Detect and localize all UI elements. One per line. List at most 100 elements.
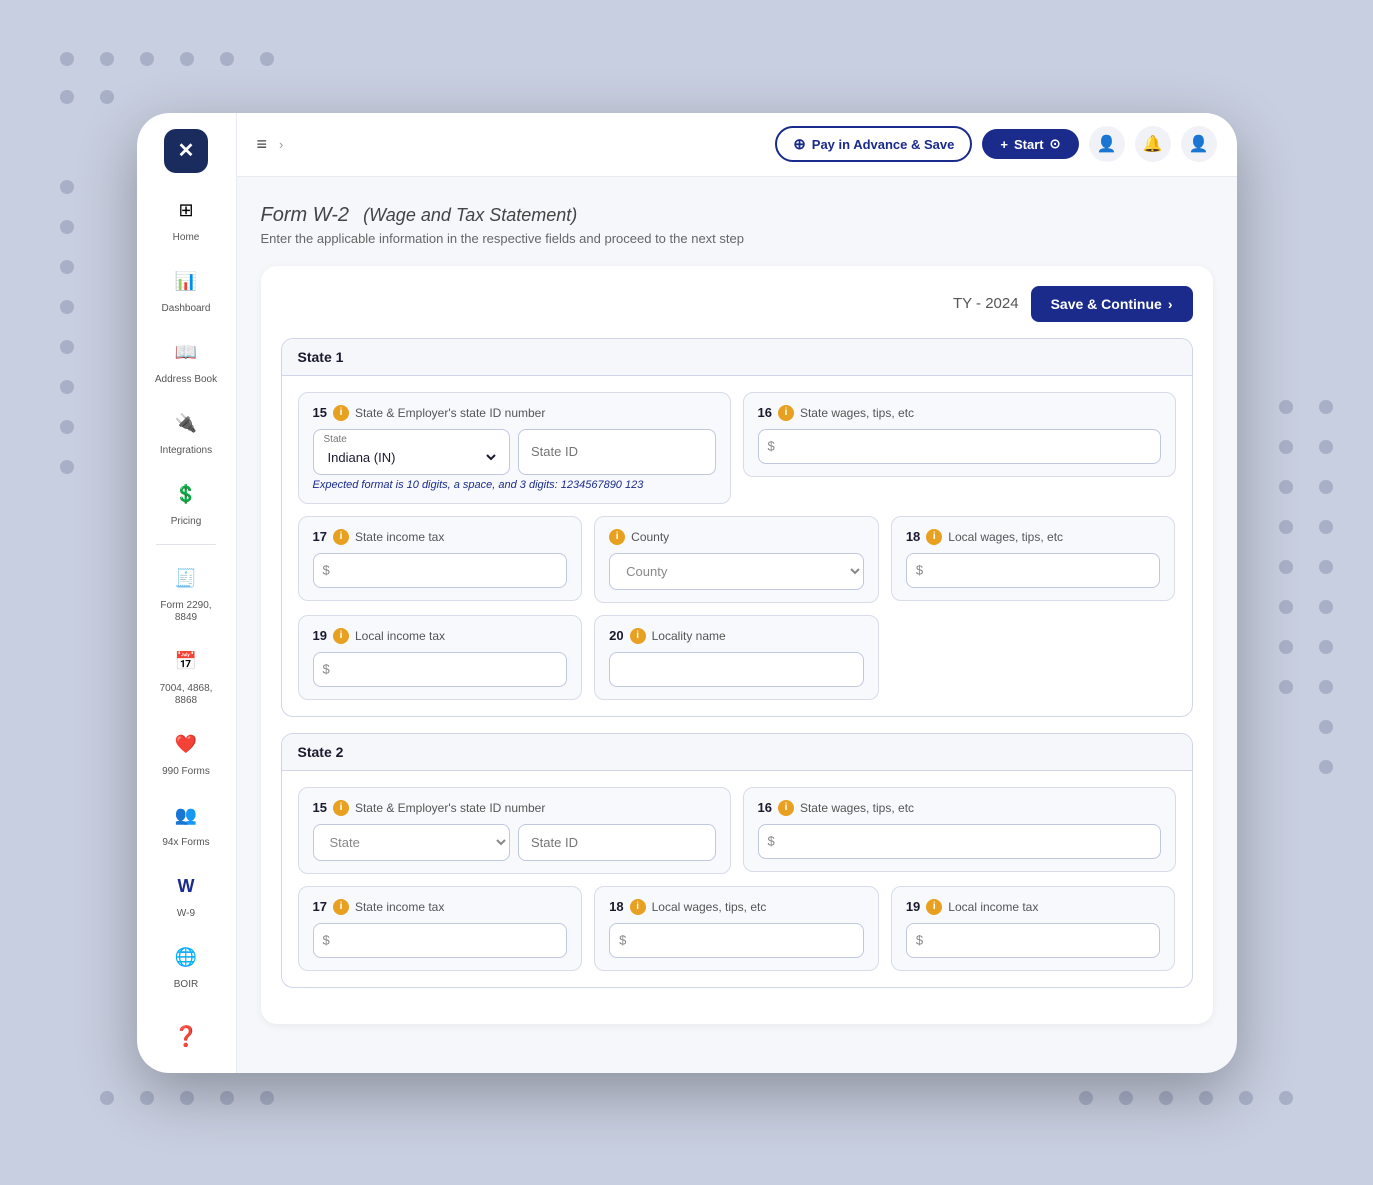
state1-header: State 1: [282, 339, 1192, 376]
start-button[interactable]: + Start ⊙: [982, 129, 1078, 159]
main-content: ≡ › ⊕ Pay in Advance & Save + Start ⊙ 👤 …: [237, 113, 1237, 1073]
dollar-icon-18: $: [916, 563, 923, 578]
topbar: ≡ › ⊕ Pay in Advance & Save + Start ⊙ 👤 …: [237, 113, 1237, 177]
sidebar: ✕ ⊞ Home 📊 Dashboard 📖 Address Book 🔌 In…: [137, 113, 237, 1073]
county-info-icon[interactable]: i: [609, 529, 625, 545]
state2-field-18-group: 18 i Local wages, tips, etc $: [594, 886, 879, 971]
state2-field-18-info-icon[interactable]: i: [630, 899, 646, 915]
sidebar-item-home[interactable]: ⊞ Home: [146, 185, 226, 252]
sidebar-item-dashboard[interactable]: 📊 Dashboard: [146, 256, 226, 323]
state1-body: 15 i State & Employer's state ID number …: [282, 376, 1192, 716]
form94x-icon: 👥: [168, 798, 204, 834]
field-16-input-wrapper: $: [758, 429, 1161, 464]
sidebar-item-form2290[interactable]: 🧾 Form 2290, 8849: [146, 553, 226, 632]
state2-field19-input[interactable]: [906, 923, 1161, 958]
chevron-right-icon: ›: [1168, 296, 1173, 312]
dashboard-icon: 📊: [168, 264, 204, 300]
sidebar-item-94x[interactable]: 👥 94x Forms: [146, 790, 226, 857]
form990-icon: ❤️: [168, 727, 204, 763]
app-card: ✕ ⊞ Home 📊 Dashboard 📖 Address Book 🔌 In…: [137, 113, 1237, 1073]
contacts-button[interactable]: 👤: [1089, 126, 1125, 162]
hamburger-icon: ≡: [257, 134, 268, 155]
state1-field16-input[interactable]: [758, 429, 1161, 464]
state2-field18-input[interactable]: [609, 923, 864, 958]
state2-field-16-group: 16 i State wages, tips, etc $: [743, 787, 1176, 872]
field-16-label: State wages, tips, etc: [800, 406, 914, 420]
sidebar-item-w9[interactable]: W W-9: [146, 861, 226, 928]
field-19-info-icon[interactable]: i: [333, 628, 349, 644]
dollar-icon-17: $: [323, 563, 330, 578]
sidebar-item-pricing[interactable]: 💲 Pricing: [146, 469, 226, 536]
add-icon: +: [1000, 137, 1008, 152]
state1-field19-input[interactable]: [313, 652, 568, 687]
dollar-icon-s2-19: $: [916, 933, 923, 948]
state-float-label: State: [314, 430, 510, 445]
dollar-icon-s2-18: $: [619, 933, 626, 948]
field-17-info-icon[interactable]: i: [333, 529, 349, 545]
state1-row3: 19 i Local income tax $: [298, 615, 1176, 700]
field-20-info-icon[interactable]: i: [630, 628, 646, 644]
field-15-info-icon[interactable]: i: [333, 405, 349, 421]
page-content: Form W-2 (Wage and Tax Statement) Enter …: [237, 177, 1237, 1073]
state1-state-select[interactable]: Indiana (IN) Alabama (AL) Alaska (AK) Ar…: [324, 449, 500, 466]
form7004-icon: 📅: [168, 644, 204, 680]
ty-label: TY - 2024: [953, 295, 1019, 312]
field-18-info-icon[interactable]: i: [926, 529, 942, 545]
notifications-button[interactable]: 🔔: [1135, 126, 1171, 162]
state2-field-16-info-icon[interactable]: i: [778, 800, 794, 816]
state-select-inner: Indiana (IN) Alabama (AL) Alaska (AK) Ar…: [314, 445, 510, 474]
dollar-icon-16: $: [768, 439, 775, 454]
state2-field16-input[interactable]: [758, 824, 1161, 859]
field-19-group: 19 i Local income tax $: [298, 615, 583, 700]
app-logo[interactable]: ✕: [164, 129, 208, 173]
state2-state-id-input[interactable]: [518, 824, 716, 861]
state-select-container: State Indiana (IN) Alabama (AL) Alaska (…: [313, 429, 511, 475]
state2-field-15-info-icon[interactable]: i: [333, 800, 349, 816]
state2-field-19-group: 19 i Local income tax $: [891, 886, 1176, 971]
field-16-group: 16 i State wages, tips, etc $: [743, 392, 1176, 477]
boir-icon: 🌐: [168, 940, 204, 976]
field-16-info-icon[interactable]: i: [778, 405, 794, 421]
state1-field17-input[interactable]: [313, 553, 568, 588]
user-profile-button[interactable]: 👤: [1181, 126, 1217, 162]
state1-section: State 1 15 i State & Employer's state ID…: [281, 338, 1193, 717]
field-20-group: 20 i Locality name: [594, 615, 879, 700]
help-icon[interactable]: ❓: [166, 1016, 207, 1057]
state2-field-19-info-icon[interactable]: i: [926, 899, 942, 915]
pricing-icon: 💲: [168, 477, 204, 513]
topbar-actions: ⊕ Pay in Advance & Save + Start ⊙ 👤 🔔 👤: [775, 126, 1216, 162]
state1-field18-input[interactable]: [906, 553, 1161, 588]
user-icon: 👤: [1189, 134, 1209, 154]
sidebar-divider: [156, 544, 216, 545]
save-continue-button[interactable]: Save & Continue ›: [1031, 286, 1193, 322]
state2-header: State 2: [282, 734, 1192, 771]
state2-row2: 17 i State income tax $: [298, 886, 1176, 971]
sidebar-item-address-book[interactable]: 📖 Address Book: [146, 327, 226, 394]
state2-state-select[interactable]: State Indiana (IN) Alabama (AL): [313, 824, 511, 861]
field-16-number: 16: [758, 405, 772, 420]
state2-section: State 2 15 i State & Employer's state ID…: [281, 733, 1193, 988]
sidebar-item-7004[interactable]: 📅 7004, 4868, 8868: [146, 636, 226, 715]
state2-field17-input[interactable]: [313, 923, 568, 958]
state2-field-17-info-icon[interactable]: i: [333, 899, 349, 915]
dollar-icon-s2-16: $: [768, 834, 775, 849]
state1-field20-input[interactable]: [609, 652, 864, 687]
pay-advance-button[interactable]: ⊕ Pay in Advance & Save: [775, 126, 972, 162]
plus-circle-icon: ⊕: [793, 135, 806, 153]
dollar-icon-19: $: [323, 662, 330, 677]
form-card-header: TY - 2024 Save & Continue ›: [281, 286, 1193, 322]
bell-icon: 🔔: [1143, 134, 1163, 154]
address-book-icon: 📖: [168, 335, 204, 371]
sidebar-item-990forms[interactable]: ❤️ 990 Forms: [146, 719, 226, 786]
menu-toggle[interactable]: ≡ ›: [257, 134, 284, 155]
form-card: TY - 2024 Save & Continue › State 1: [261, 266, 1213, 1024]
sidebar-item-boir[interactable]: 🌐 BOIR: [146, 932, 226, 999]
sidebar-item-integrations[interactable]: 🔌 Integrations: [146, 398, 226, 465]
state2-body: 15 i State & Employer's state ID number …: [282, 771, 1192, 987]
county-select[interactable]: County Adams Allen: [609, 553, 864, 590]
state1-state-id-input[interactable]: [518, 429, 716, 475]
home-icon: ⊞: [168, 193, 204, 229]
state1-row2: 17 i State income tax $: [298, 516, 1176, 603]
field-16-label-row: 16 i State wages, tips, etc: [758, 405, 1161, 421]
w9-icon: W: [168, 869, 204, 905]
